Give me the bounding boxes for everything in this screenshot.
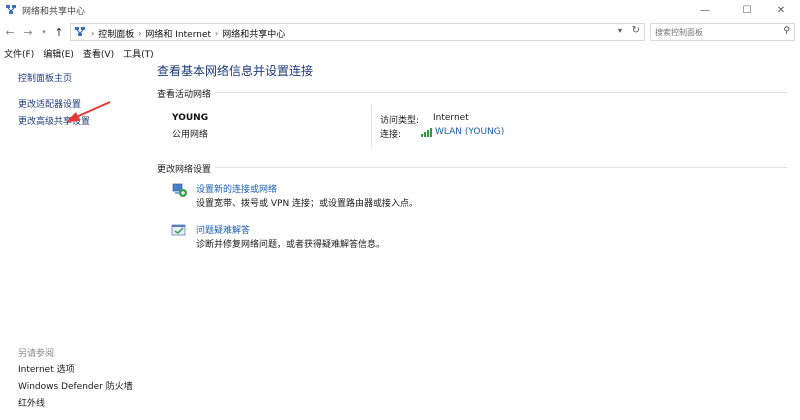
search-icon[interactable]: ⚲ bbox=[783, 26, 790, 36]
setup-new-connection-link[interactable]: 设置新的连接或网络 bbox=[196, 182, 277, 195]
divider bbox=[157, 92, 787, 93]
network-center-icon bbox=[75, 27, 85, 36]
minimize-button[interactable]: — bbox=[686, 0, 724, 20]
sidebar-link-control-panel-home[interactable]: 控制面板主页 bbox=[18, 71, 72, 84]
page-title: 查看基本网络信息并设置连接 bbox=[157, 64, 314, 78]
setup-new-connection-description: 设置宽带、拨号或 VPN 连接；或设置路由器或接入点。 bbox=[196, 199, 419, 209]
see-also-infrared[interactable]: 红外线 bbox=[18, 396, 45, 409]
title-bar: 网络和共享中心 — ☐ ✕ bbox=[0, 0, 800, 20]
menu-bar: 文件(F) 编辑(E) 查看(V) 工具(T) bbox=[0, 45, 800, 61]
address-bar[interactable]: › 控制面板 › 网络和 Internet › 网络和共享中心 ▾ ↻ bbox=[70, 23, 645, 41]
troubleshoot-problems-link[interactable]: 问题疑难解答 bbox=[196, 223, 250, 236]
access-type-value: Internet bbox=[433, 113, 469, 123]
menu-edit[interactable]: 编辑(E) bbox=[43, 47, 74, 60]
breadcrumb-chevron-icon[interactable]: › bbox=[138, 29, 141, 38]
active-networks-heading: 查看活动网络 bbox=[157, 87, 216, 100]
back-arrow-icon[interactable]: ← bbox=[3, 25, 17, 39]
wifi-signal-icon bbox=[421, 127, 432, 137]
breadcrumb: › 控制面板 › 网络和 Internet › 网络和共享中心 bbox=[91, 27, 285, 40]
breadcrumb-chevron-icon[interactable]: › bbox=[91, 29, 94, 38]
see-also-header: 另请参阅 bbox=[18, 349, 55, 359]
address-dropdown-chevron-icon[interactable]: ▾ bbox=[618, 26, 622, 35]
troubleshoot-icon bbox=[171, 224, 186, 236]
connection-value: WLAN (YOUNG) bbox=[435, 127, 505, 137]
breadcrumb-item[interactable]: 控制面板 bbox=[98, 27, 134, 40]
sidebar-link-change-adapter-settings[interactable]: 更改适配器设置 bbox=[18, 97, 81, 110]
see-also-internet-options[interactable]: Internet 选项 bbox=[18, 362, 75, 375]
troubleshoot-problems-description: 诊断并修复网络问题，或者获得疑难解答信息。 bbox=[196, 240, 386, 250]
network-category: 公用网络 bbox=[172, 130, 209, 140]
connection-label: 连接: bbox=[380, 130, 402, 140]
network-name: YOUNG bbox=[172, 113, 209, 123]
up-arrow-icon[interactable]: ↑ bbox=[52, 25, 66, 39]
breadcrumb-chevron-icon[interactable]: › bbox=[215, 29, 218, 38]
divider bbox=[371, 105, 372, 147]
see-also-windows-defender-firewall[interactable]: Windows Defender 防火墙 bbox=[18, 379, 133, 392]
search-input[interactable] bbox=[655, 26, 773, 38]
network-center-icon bbox=[6, 5, 16, 14]
sidebar-link-change-advanced-sharing[interactable]: 更改高级共享设置 bbox=[18, 114, 90, 127]
annotation-arrow-icon bbox=[66, 101, 111, 122]
menu-file[interactable]: 文件(F) bbox=[4, 47, 34, 60]
menu-view[interactable]: 查看(V) bbox=[83, 47, 114, 60]
window-title: 网络和共享中心 bbox=[22, 7, 86, 17]
change-settings-heading: 更改网络设置 bbox=[157, 162, 216, 175]
network-setup-icon bbox=[172, 183, 187, 197]
breadcrumb-item[interactable]: 网络和 Internet bbox=[145, 27, 211, 40]
recent-locations-chevron-icon[interactable]: ▾ bbox=[37, 25, 51, 39]
search-box[interactable]: ⚲ bbox=[650, 23, 795, 41]
refresh-icon[interactable]: ↻ bbox=[632, 25, 640, 36]
address-row: ← → ▾ ↑ › 控制面板 › 网络和 Internet › 网络和共享中心 … bbox=[0, 20, 800, 44]
menu-tools[interactable]: 工具(T) bbox=[123, 47, 154, 60]
divider bbox=[157, 167, 787, 168]
forward-arrow-icon[interactable]: → bbox=[21, 25, 35, 39]
access-type-label: 访问类型: bbox=[380, 116, 420, 126]
close-button[interactable]: ✕ bbox=[762, 0, 800, 20]
maximize-button[interactable]: ☐ bbox=[728, 0, 766, 20]
connection-link[interactable]: WLAN (YOUNG) bbox=[421, 127, 504, 137]
breadcrumb-item[interactable]: 网络和共享中心 bbox=[222, 27, 285, 40]
